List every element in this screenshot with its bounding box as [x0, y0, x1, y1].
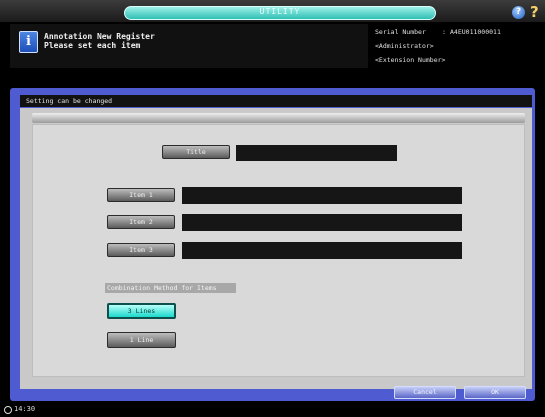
- info-icon: i: [19, 31, 38, 53]
- item1-field[interactable]: [182, 187, 462, 204]
- utility-tab-label: UTILITY: [259, 7, 301, 16]
- header-subtitle: Please set each item: [44, 41, 141, 50]
- status-message: Setting can be changed: [26, 97, 113, 105]
- machine-info: Serial Number : A4EU011000011 <Administr…: [372, 24, 534, 68]
- item2-field[interactable]: [182, 214, 462, 231]
- clock-icon: [4, 406, 12, 414]
- title-button[interactable]: Title: [162, 145, 230, 159]
- bottom-status-bar: [0, 404, 545, 417]
- three-lines-option[interactable]: 3 Lines: [107, 303, 176, 319]
- item3-field[interactable]: [182, 242, 462, 259]
- serial-separator: :: [442, 28, 446, 36]
- ok-button[interactable]: OK: [464, 386, 526, 399]
- combination-method-label: Combination Method for Items: [105, 283, 236, 293]
- cancel-button[interactable]: Cancel: [394, 386, 456, 399]
- item3-button[interactable]: Item 3: [107, 243, 175, 257]
- clock-time: 14:30: [14, 405, 36, 413]
- question-icon[interactable]: ?: [530, 4, 542, 20]
- serial-label: Serial Number: [375, 28, 426, 36]
- one-line-option[interactable]: 1 Line: [107, 332, 176, 348]
- extension-label: <Extension Number>: [375, 56, 446, 64]
- title-field[interactable]: [236, 145, 397, 161]
- help-icon[interactable]: ?: [512, 6, 525, 19]
- panel-header-strip: [32, 113, 525, 123]
- admin-label: <Administrator>: [375, 42, 434, 50]
- header-title: Annotation New Register: [44, 32, 155, 41]
- serial-value: A4EU011000011: [450, 28, 501, 36]
- item1-button[interactable]: Item 1: [107, 188, 175, 202]
- item2-button[interactable]: Item 2: [107, 215, 175, 229]
